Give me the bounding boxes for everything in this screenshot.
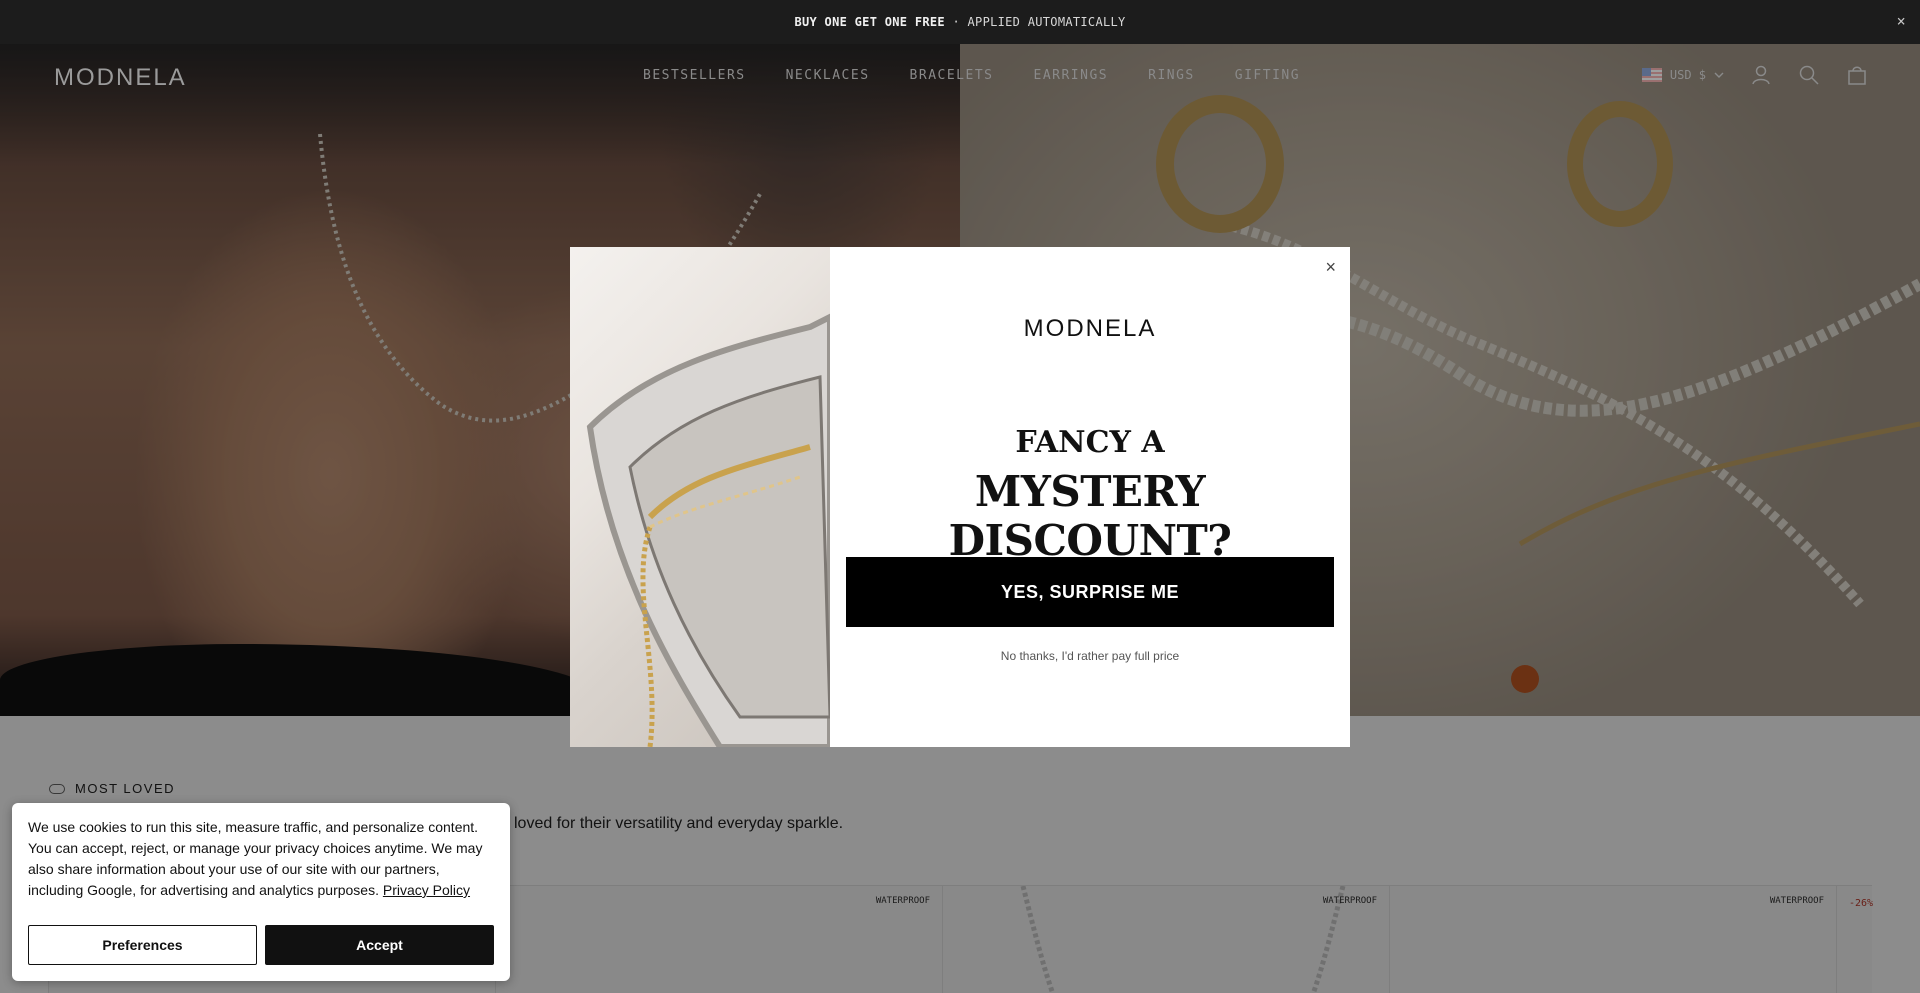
- discount-popup: × MODNELA FANCY A MYSTERY DISCOUNT? YES,…: [570, 247, 1350, 747]
- preferences-button[interactable]: Preferences: [28, 925, 257, 965]
- currency-selector[interactable]: USD $: [1641, 68, 1724, 82]
- announcement-bar: BUY ONE GET ONE FREE · APPLIED AUTOMATIC…: [0, 0, 1920, 44]
- site-logo[interactable]: MODNELA: [54, 64, 187, 92]
- decline-link[interactable]: No thanks, I'd rather pay full price: [830, 649, 1350, 663]
- site-header: MODNELA BESTSELLERS NECKLACES BRACELETS …: [0, 44, 1920, 110]
- surprise-me-button[interactable]: YES, SURPRISE ME: [846, 557, 1334, 627]
- privacy-policy-link[interactable]: Privacy Policy: [383, 882, 470, 898]
- announcement-bold: BUY ONE GET ONE FREE: [794, 15, 945, 29]
- popup-image: [570, 247, 830, 747]
- nav-bracelets[interactable]: BRACELETS: [910, 68, 994, 83]
- nav-bestsellers[interactable]: BESTSELLERS: [643, 68, 746, 83]
- nav-earrings[interactable]: EARRINGS: [1034, 68, 1109, 83]
- popup-close-icon[interactable]: ×: [1325, 257, 1336, 278]
- chevron-down-icon: [1714, 72, 1724, 78]
- jewelry-tray-illustration: [586, 313, 830, 747]
- search-icon[interactable]: [1798, 64, 1820, 86]
- main-nav: BESTSELLERS NECKLACES BRACELETS EARRINGS…: [643, 68, 1300, 83]
- cookie-banner: We use cookies to run this site, measure…: [12, 803, 510, 981]
- accept-cookies-button[interactable]: Accept: [265, 925, 494, 965]
- cart-icon[interactable]: [1846, 64, 1868, 86]
- header-actions: USD $: [1641, 64, 1868, 86]
- popup-logo: MODNELA: [1023, 315, 1157, 342]
- nav-gifting[interactable]: GIFTING: [1235, 68, 1300, 83]
- us-flag-icon: [1641, 68, 1662, 82]
- currency-label: USD $: [1669, 68, 1706, 82]
- announcement-text: · APPLIED AUTOMATICALLY: [944, 15, 1126, 29]
- popup-headline-top: FANCY A: [1015, 425, 1165, 460]
- announcement-close-icon[interactable]: ×: [1897, 12, 1906, 30]
- nav-necklaces[interactable]: NECKLACES: [786, 68, 870, 83]
- nav-rings[interactable]: RINGS: [1148, 68, 1195, 83]
- popup-content: × MODNELA FANCY A MYSTERY DISCOUNT? YES,…: [830, 247, 1350, 747]
- account-icon[interactable]: [1750, 64, 1772, 86]
- popup-headline-bottom: MYSTERY DISCOUNT?: [948, 467, 1232, 565]
- cookie-text: We use cookies to run this site, measure…: [28, 817, 498, 901]
